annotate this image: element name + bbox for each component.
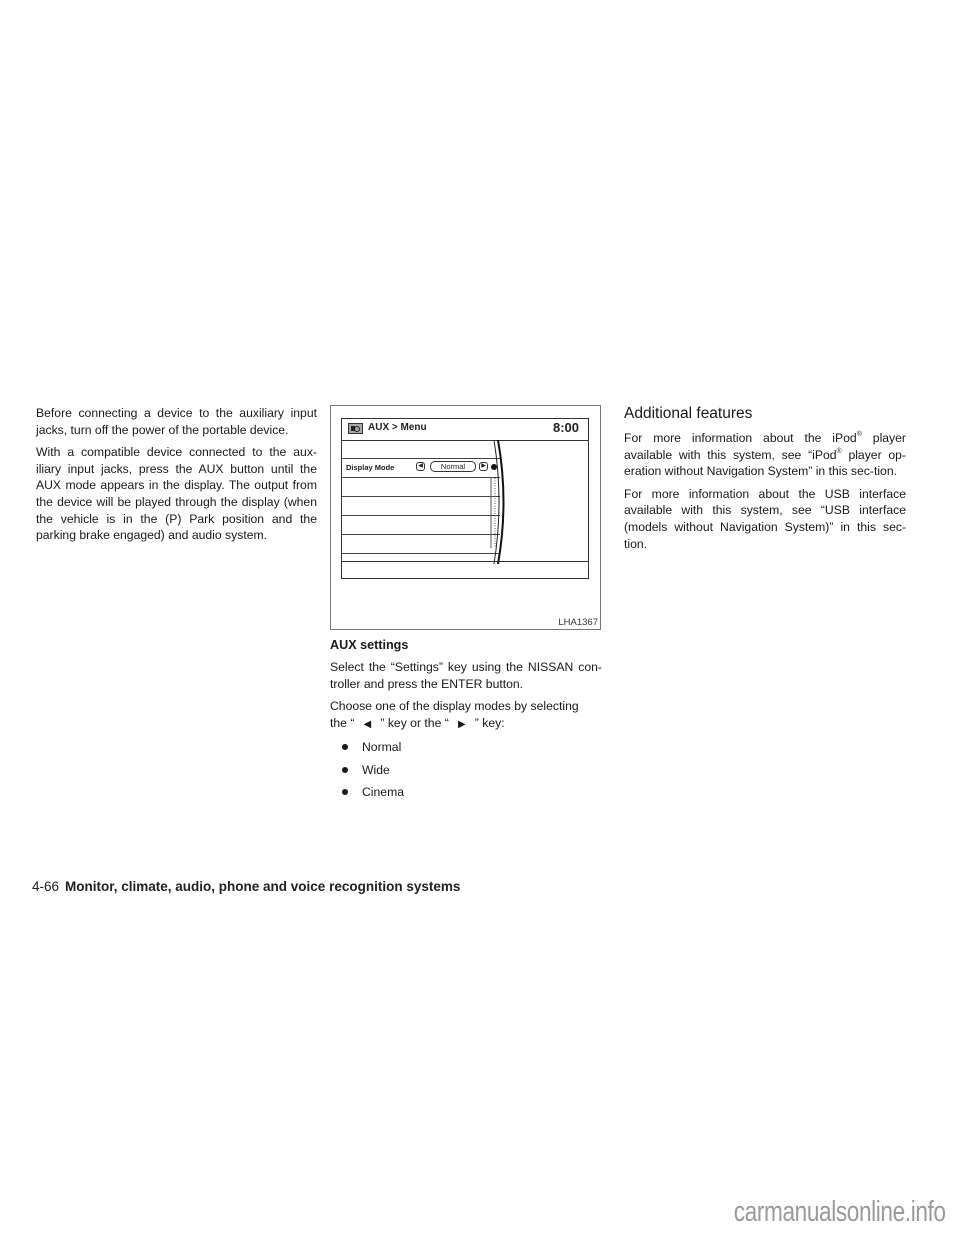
paragraph-choose-mode: Choose one of the display modes by selec… <box>330 698 602 733</box>
bullet-icon <box>342 744 348 751</box>
aux-menu-screen: AUX > Menu 8:00 Display Mode ◀ Normal ▶ <box>341 418 589 579</box>
text-fragment: the “ <box>330 715 355 730</box>
menu-row-display-mode[interactable]: Display Mode ◀ Normal ▶ <box>342 459 500 478</box>
screen-title: AUX > Menu <box>368 422 427 433</box>
menu-row <box>342 516 500 535</box>
paragraph-ipod: For more information about the iPod® pla… <box>624 430 906 480</box>
mode-normal: Normal <box>362 740 402 755</box>
choose-mode-line1: Choose one of the display modes by selec… <box>330 699 579 714</box>
left-key-icon: ◀ <box>363 718 372 730</box>
mode-wide: Wide <box>362 762 390 777</box>
screen-status-bar <box>342 561 588 578</box>
menu-row-blank <box>342 440 500 459</box>
text-fragment: For more information about the iPod <box>624 431 857 445</box>
additional-features-heading: Additional features <box>624 405 753 422</box>
column-right: Additional features For more information… <box>624 405 906 558</box>
paragraph-settings-key: Select the “Settings” key using the NISS… <box>330 660 602 691</box>
menu-row <box>342 497 500 516</box>
menu-row <box>342 478 500 497</box>
column-middle: AUX settings Select the “Settings” key u… <box>330 637 602 807</box>
display-mode-label: Display Mode <box>346 463 395 472</box>
bullet-icon <box>342 766 348 773</box>
text-fragment: ” key: <box>474 715 505 730</box>
display-mode-list: Normal Wide Cinema <box>330 739 602 800</box>
page-footer: 4-66 Monitor, climate, audio, phone and v… <box>32 879 460 894</box>
aux-menu-figure: AUX > Menu 8:00 Display Mode ◀ Normal ▶ … <box>330 405 601 630</box>
bullet-icon <box>342 789 348 796</box>
aux-settings-heading: AUX settings <box>330 638 409 652</box>
left-arrow-icon[interactable]: ◀ <box>416 462 425 471</box>
paragraph-aux-connect: With a compatible device connected to th… <box>36 445 317 543</box>
aux-source-icon <box>348 423 363 434</box>
screen-header: AUX > Menu 8:00 <box>342 419 588 441</box>
section-title: Monitor, climate, audio, phone and voice… <box>65 879 461 894</box>
list-item: Wide <box>340 762 602 778</box>
display-mode-value[interactable]: Normal <box>430 461 476 472</box>
right-arrow-icon[interactable]: ▶ <box>479 462 488 471</box>
list-item: Cinema <box>340 784 602 800</box>
scroll-arc-scrollbar[interactable] <box>490 440 512 564</box>
page-number: 4-66 <box>32 879 60 894</box>
mode-cinema: Cinema <box>362 785 404 800</box>
paragraph-usb: For more information about the USB inter… <box>624 486 906 551</box>
watermark: carmanualsonline.info <box>734 1196 946 1228</box>
text-fragment: ” key or the “ <box>380 715 449 730</box>
column-left: Before connecting a device to the auxili… <box>36 405 317 550</box>
figure-code: LHA1367 <box>558 617 598 628</box>
menu-row <box>342 535 500 554</box>
right-key-icon: ▶ <box>457 718 466 730</box>
list-item: Normal <box>340 739 602 755</box>
paragraph-disconnect-warning: Before connecting a device to the auxili… <box>36 406 317 437</box>
screen-clock: 8:00 <box>552 420 579 435</box>
